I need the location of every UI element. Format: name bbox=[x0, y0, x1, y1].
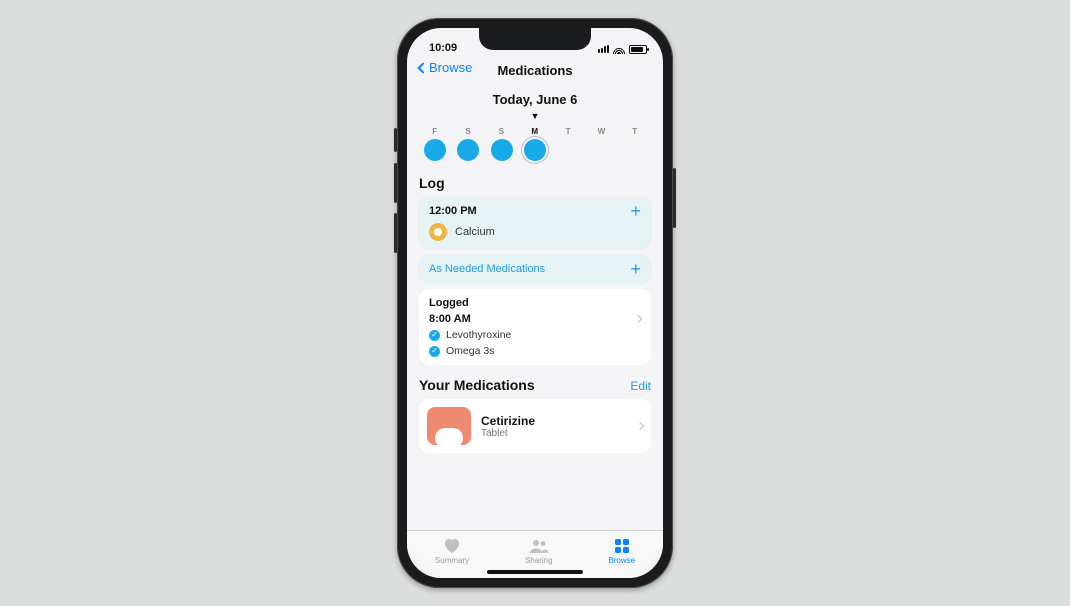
back-button[interactable]: Browse bbox=[419, 60, 472, 75]
upcoming-time: 12:00 PM bbox=[429, 205, 477, 217]
pill-icon bbox=[429, 223, 447, 241]
date-header: Today, June 6 bbox=[419, 92, 651, 107]
check-icon: ✓ bbox=[429, 346, 440, 357]
check-icon: ✓ bbox=[429, 330, 440, 341]
battery-icon bbox=[629, 45, 647, 54]
phone-frame: 10:09 Browse Medications Today, June 6 ▼… bbox=[397, 18, 673, 588]
med-name: Omega 3s bbox=[446, 345, 494, 357]
med-name: Calcium bbox=[455, 226, 495, 238]
logged-med-row[interactable]: ✓ Levothyroxine bbox=[429, 329, 641, 341]
day-label: S bbox=[499, 127, 505, 136]
day-label: W bbox=[598, 127, 606, 136]
screen: 10:09 Browse Medications Today, June 6 ▼… bbox=[407, 28, 663, 578]
grid-icon bbox=[612, 537, 632, 555]
log-section-title: Log bbox=[419, 175, 651, 191]
medication-image bbox=[427, 407, 471, 445]
content-scroll[interactable]: Today, June 6 ▼ F S S M bbox=[407, 84, 663, 530]
day-dot-icon bbox=[457, 139, 479, 161]
day-dot-icon bbox=[557, 139, 579, 161]
your-meds-title: Your Medications bbox=[419, 377, 535, 393]
home-indicator[interactable] bbox=[487, 570, 583, 574]
day-label: T bbox=[632, 127, 637, 136]
day-dot-icon bbox=[624, 139, 646, 161]
add-upcoming-button[interactable]: + bbox=[630, 205, 641, 217]
day-dot-icon bbox=[524, 139, 546, 161]
nav-bar: Browse Medications bbox=[407, 56, 663, 84]
chevron-left-icon bbox=[417, 62, 428, 73]
day-label: T bbox=[566, 127, 571, 136]
week-selector: F S S M T bbox=[419, 125, 651, 163]
day-label: M bbox=[531, 127, 538, 136]
upcoming-med-row[interactable]: Calcium bbox=[429, 223, 641, 241]
day-dot-icon bbox=[591, 139, 613, 161]
day-dot-icon bbox=[491, 139, 513, 161]
day-sun[interactable]: S bbox=[488, 127, 516, 161]
people-icon bbox=[529, 537, 549, 555]
tab-label: Browse bbox=[608, 556, 635, 565]
tab-label: Summary bbox=[435, 556, 469, 565]
edit-button[interactable]: Edit bbox=[630, 379, 651, 393]
day-thu[interactable]: T bbox=[621, 127, 649, 161]
tab-label: Sharing bbox=[525, 556, 553, 565]
status-time: 10:09 bbox=[429, 42, 457, 54]
as-needed-card[interactable]: As Needed Medications + bbox=[419, 255, 651, 283]
chevron-right-icon bbox=[634, 315, 642, 323]
day-tue[interactable]: T bbox=[554, 127, 582, 161]
upcoming-log-card[interactable]: 12:00 PM + Calcium bbox=[419, 197, 651, 249]
add-as-needed-button[interactable]: + bbox=[630, 263, 641, 275]
caret-down-icon: ▼ bbox=[419, 113, 651, 119]
logged-med-row[interactable]: ✓ Omega 3s bbox=[429, 345, 641, 357]
notch bbox=[479, 28, 591, 50]
page-title: Medications bbox=[497, 63, 572, 78]
logged-card: Logged 8:00 AM ✓ Levothyroxine ✓ Omega 3… bbox=[419, 289, 651, 365]
back-label: Browse bbox=[429, 60, 472, 75]
day-fri[interactable]: F bbox=[421, 127, 449, 161]
medication-form: Tablet bbox=[481, 428, 535, 439]
day-label: F bbox=[432, 127, 437, 136]
medication-card[interactable]: Cetirizine Tablet bbox=[419, 399, 651, 453]
status-indicators bbox=[598, 44, 647, 54]
day-wed[interactable]: W bbox=[588, 127, 616, 161]
wifi-icon bbox=[613, 44, 625, 54]
day-mon[interactable]: M bbox=[521, 127, 549, 161]
as-needed-label: As Needed Medications bbox=[429, 263, 545, 275]
heart-icon bbox=[442, 537, 462, 555]
day-sat[interactable]: S bbox=[454, 127, 482, 161]
logged-entry[interactable]: 8:00 AM bbox=[429, 313, 641, 325]
cellular-icon bbox=[598, 45, 609, 53]
tab-summary[interactable]: Summary bbox=[435, 537, 469, 565]
tab-browse[interactable]: Browse bbox=[608, 537, 635, 565]
chevron-right-icon bbox=[636, 422, 644, 430]
medication-name: Cetirizine bbox=[481, 414, 535, 428]
day-label: S bbox=[465, 127, 471, 136]
logged-time: 8:00 AM bbox=[429, 313, 471, 325]
day-dot-icon bbox=[424, 139, 446, 161]
tab-sharing[interactable]: Sharing bbox=[525, 537, 553, 565]
logged-title: Logged bbox=[429, 297, 641, 309]
med-name: Levothyroxine bbox=[446, 329, 511, 341]
